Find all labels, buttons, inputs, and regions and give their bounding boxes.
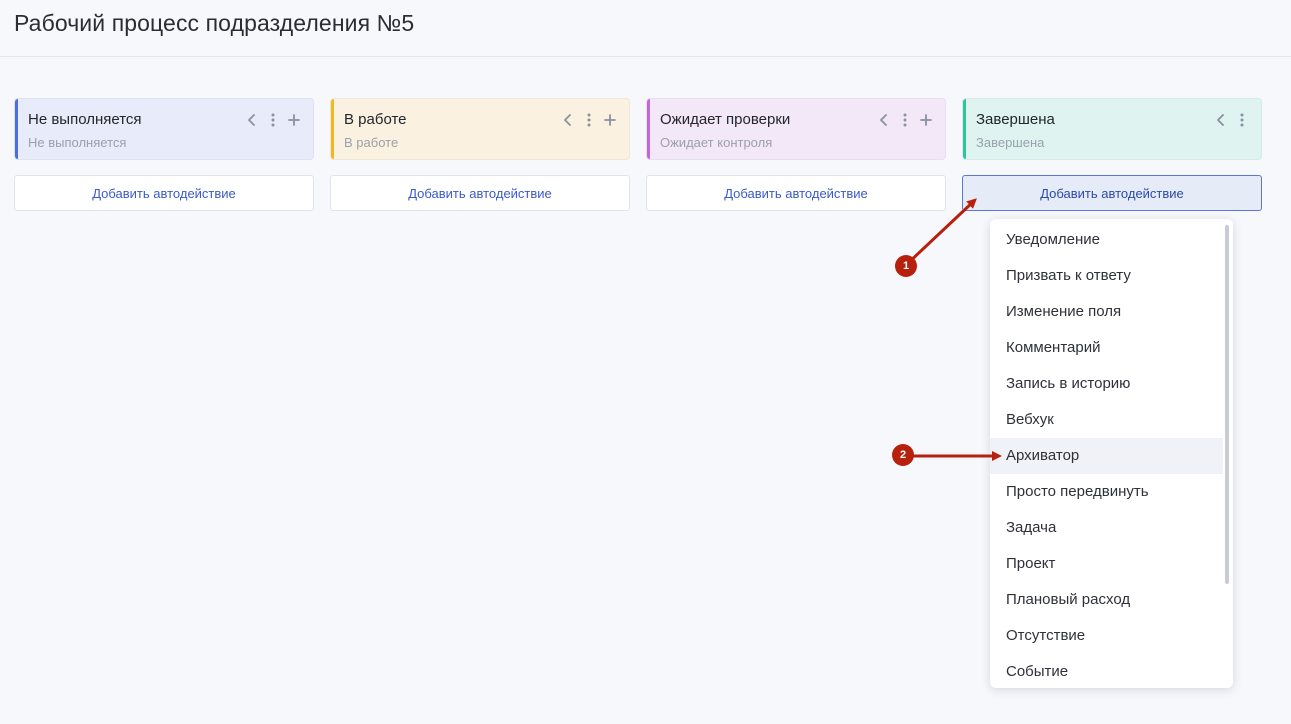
menu-item-field-change[interactable]: Изменение поля [990,294,1223,330]
status-accent [963,99,966,159]
more-vertical-icon[interactable] [1234,110,1249,130]
status-accent [15,99,18,159]
add-autoaction-button-active[interactable]: Добавить автодействие [962,175,1262,211]
more-vertical-icon[interactable] [897,110,912,130]
column-in-progress: В работе В работе Добавить автодействие [330,98,630,211]
status-card[interactable]: Завершена Завершена [962,98,1262,160]
status-subtitle: Завершена [976,135,1045,150]
more-vertical-icon[interactable] [265,110,280,130]
menu-item-just-move[interactable]: Просто передвинуть [990,474,1223,510]
menu-item-project[interactable]: Проект [990,546,1223,582]
menu-item-webhook[interactable]: Вебхук [990,402,1223,438]
chevron-left-icon[interactable] [560,110,575,130]
status-card[interactable]: Не выполняется Не выполняется [14,98,314,160]
status-title: Завершена [976,111,1055,128]
annotation-badge-2: 2 [892,444,914,466]
menu-item-archiver[interactable]: Архиватор [990,438,1223,474]
plus-icon[interactable] [918,110,933,130]
plus-icon[interactable] [602,110,617,130]
column-awaiting-review: Ожидает проверки Ожидает контроля Добави… [646,98,946,211]
chevron-left-icon[interactable] [244,110,259,130]
menu-item-summon[interactable]: Призвать к ответу [990,258,1223,294]
annotation-badge-1: 1 [895,255,917,277]
add-autoaction-button[interactable]: Добавить автодействие [14,175,314,211]
status-title: В работе [344,111,407,128]
column-not-started: Не выполняется Не выполняется Добавить а… [14,98,314,211]
add-autoaction-button[interactable]: Добавить автодействие [330,175,630,211]
status-subtitle: Не выполняется [28,135,127,150]
add-autoaction-button[interactable]: Добавить автодействие [646,175,946,211]
more-vertical-icon[interactable] [581,110,596,130]
menu-item-comment[interactable]: Комментарий [990,330,1223,366]
status-subtitle: Ожидает контроля [660,135,773,150]
menu-item-task[interactable]: Задача [990,510,1223,546]
page-title: Рабочий процесс подразделения №5 [14,10,415,36]
dropdown-scrollbar[interactable] [1225,225,1229,584]
autoaction-dropdown-menu: Уведомление Призвать к ответу Изменение … [990,219,1233,688]
page-header: Рабочий процесс подразделения №5 [0,0,1291,57]
chevron-left-icon[interactable] [1213,110,1228,130]
status-title: Ожидает проверки [660,111,791,128]
menu-item-planned-expense[interactable]: Плановый расход [990,582,1223,618]
status-subtitle: В работе [344,135,399,150]
status-accent [647,99,650,159]
status-title: Не выполняется [28,111,142,128]
status-card[interactable]: Ожидает проверки Ожидает контроля [646,98,946,160]
status-card[interactable]: В работе В работе [330,98,630,160]
plus-icon[interactable] [286,110,301,130]
chevron-left-icon[interactable] [876,110,891,130]
menu-item-event[interactable]: Событие [990,654,1223,688]
menu-item-absence[interactable]: Отсутствие [990,618,1223,654]
status-accent [331,99,334,159]
menu-item-history-record[interactable]: Запись в историю [990,366,1223,402]
column-completed: Завершена Завершена Добавить автодействи… [962,98,1262,211]
menu-item-notification[interactable]: Уведомление [990,222,1223,258]
